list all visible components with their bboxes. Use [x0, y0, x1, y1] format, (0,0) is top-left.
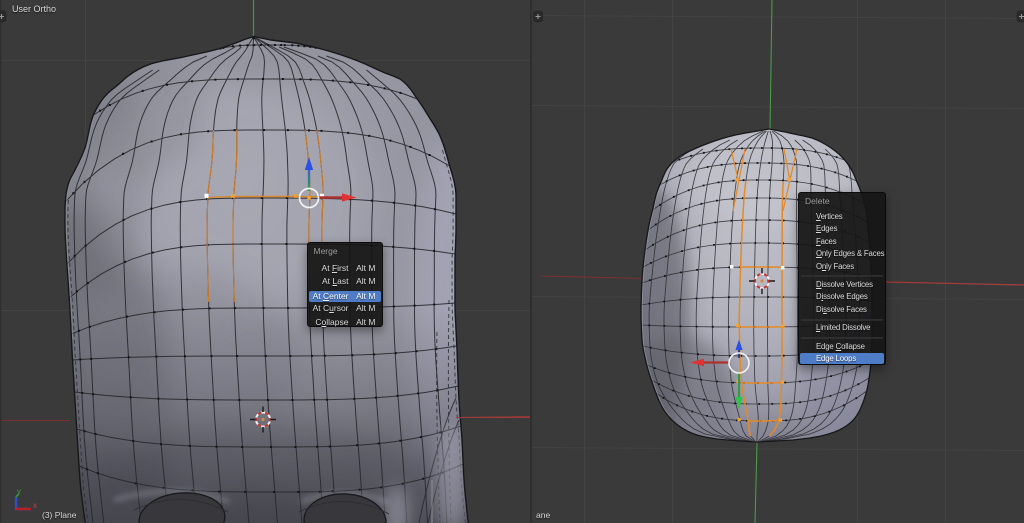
svg-text:y: y — [17, 487, 21, 496]
svg-text:x: x — [33, 501, 37, 510]
